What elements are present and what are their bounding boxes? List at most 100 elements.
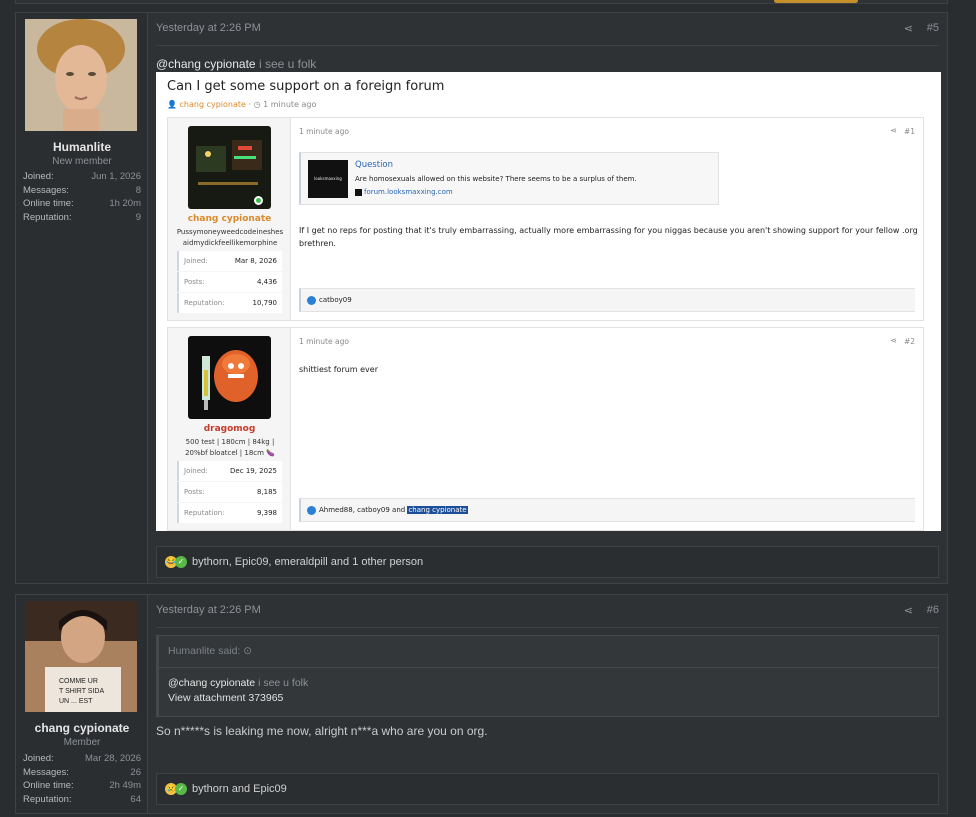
stat-value: Jun 1, 2026 bbox=[91, 171, 141, 182]
thread-author: chang cypionate bbox=[179, 100, 246, 109]
embed-url-text: forum.looksmaxxing.com bbox=[364, 188, 453, 196]
post-6: COMME UR T SHIRT SIDA UN ... EST chang c… bbox=[15, 594, 948, 814]
highlight-bar bbox=[774, 0, 858, 3]
mention-link[interactable]: @chang cypionate bbox=[156, 57, 256, 71]
shot-post-body: If I get no reps for posting that it's t… bbox=[299, 226, 918, 248]
post-header: Yesterday at 2:26 PM ⋖ #5 bbox=[156, 22, 939, 38]
post-5: Humanlite New member Joined: Jun 1, 2026 … bbox=[15, 12, 948, 584]
post-date[interactable]: Yesterday at 2:26 PM bbox=[156, 604, 261, 616]
quote-text: i see u folk bbox=[258, 677, 309, 689]
post-message: i see u folk bbox=[258, 57, 317, 71]
shot-username: chang cypionate bbox=[187, 214, 272, 224]
stat-label: Reputation: bbox=[184, 509, 225, 517]
stat-value: 9,398 bbox=[256, 509, 277, 517]
reaction-bar[interactable]: 😂 ✓ bythorn, Epic09, emeraldpill and 1 ot… bbox=[156, 546, 939, 578]
online-indicator-icon bbox=[254, 196, 263, 205]
reaction-bar[interactable]: 😢 ✓ bythorn and Epic09 bbox=[156, 773, 939, 805]
thread-meta: 👤 chang cypionate · ◷ 1 minute ago bbox=[167, 100, 317, 109]
stat-label: Reputation: bbox=[184, 299, 225, 307]
stat-value: 26 bbox=[130, 766, 141, 778]
shot-reactions: catboy09 bbox=[299, 288, 915, 312]
stat-label: Joined: bbox=[184, 467, 208, 475]
previous-post-edge bbox=[15, 0, 948, 4]
shot-post-number: #1 bbox=[903, 127, 915, 136]
shot-post-content: 1 minute ago ⋖ #2 shittiest forum ever A… bbox=[299, 328, 915, 530]
shot-username: dragomog bbox=[203, 424, 256, 434]
thumbs-up-icon: ✓ bbox=[175, 556, 187, 568]
share-icon: ⋖ bbox=[890, 126, 897, 135]
shot-signature: 500 test | 180cm | 84kg | 20%bf bloatcel… bbox=[185, 438, 275, 457]
svg-text:T SHIRT SIDA: T SHIRT SIDA bbox=[59, 688, 104, 695]
share-icon[interactable]: ⋖ bbox=[904, 604, 913, 617]
stat-value: Dec 19, 2025 bbox=[230, 467, 277, 475]
post-message: So n*****s is leaking me now, alright n*… bbox=[156, 724, 488, 738]
like-icon bbox=[307, 505, 316, 515]
stat-label: Messages: bbox=[23, 766, 69, 778]
stat-value: Mar 28, 2026 bbox=[85, 753, 141, 764]
shot-post-time: 1 minute ago bbox=[299, 337, 349, 346]
stat-label: Online time: bbox=[23, 780, 74, 791]
shot-signature: Pussymoneyweedcodeineshes aidmydickfeell… bbox=[176, 228, 284, 247]
reaction-names[interactable]: bythorn, Epic09, emeraldpill and 1 other… bbox=[192, 556, 423, 568]
shot-post-content: 1 minute ago ⋖ #1 looksmaxxing Question … bbox=[299, 118, 918, 320]
shot-reaction-names: Ahmed88, catboy09 and bbox=[319, 506, 406, 514]
stat-value: 8,185 bbox=[256, 488, 277, 496]
avatar[interactable] bbox=[25, 19, 137, 131]
shot-post-number: #2 bbox=[903, 337, 915, 346]
quote-header[interactable]: Humanlite said: ⊙ bbox=[168, 645, 252, 657]
user-stats: Joined: Jun 1, 2026 Messages: 8 Online tim… bbox=[23, 170, 141, 224]
stat-value: 2h 49m bbox=[109, 780, 141, 791]
svg-text:UN ... EST: UN ... EST bbox=[59, 698, 93, 705]
selected-text: chang cypionate bbox=[407, 506, 468, 514]
user-title: Member bbox=[63, 737, 101, 748]
stat-label: Joined: bbox=[23, 171, 54, 182]
site-logo: looksmaxxing bbox=[308, 160, 348, 198]
shot-post-body: shittiest forum ever bbox=[299, 365, 378, 374]
stat-value: 64 bbox=[130, 793, 141, 805]
stat-value: 9 bbox=[135, 211, 141, 223]
post-header: Yesterday at 2:26 PM ⋖ #6 bbox=[156, 604, 939, 620]
quote-block: Humanlite said: ⊙ @chang cypionate i see… bbox=[156, 635, 939, 717]
embed-title: Question bbox=[355, 160, 394, 170]
user-sidebar: Humanlite New member Joined: Jun 1, 2026 … bbox=[16, 13, 148, 583]
quote-body: @chang cypionate i see u folk View attac… bbox=[168, 676, 308, 706]
stat-label: Reputation: bbox=[23, 793, 72, 805]
shot-reactions: Ahmed88, catboy09 and chang cypionate bbox=[299, 498, 915, 522]
post-content: Yesterday at 2:26 PM ⋖ #6 Humanlite said… bbox=[156, 595, 939, 813]
share-icon[interactable]: ⋖ bbox=[904, 22, 913, 35]
post-date[interactable]: Yesterday at 2:26 PM bbox=[156, 22, 261, 34]
divider bbox=[159, 667, 938, 668]
stat-value: 8 bbox=[135, 184, 141, 196]
like-icon bbox=[307, 295, 316, 305]
username[interactable]: Humanlite bbox=[16, 140, 148, 154]
shot-stats: Joined: Mar 8, 2026 Posts: 4,436 Reputatio… bbox=[177, 251, 282, 314]
arrow-up-circle-icon[interactable]: ⊙ bbox=[243, 645, 252, 657]
embed-url: forum.looksmaxxing.com bbox=[355, 188, 453, 196]
favicon-icon bbox=[355, 188, 362, 196]
user-icon: 👤 bbox=[167, 100, 177, 109]
mention-link[interactable]: @chang cypionate bbox=[168, 677, 255, 689]
reaction-names[interactable]: bythorn and Epic09 bbox=[192, 783, 287, 795]
quote-author[interactable]: Humanlite said: bbox=[168, 645, 240, 657]
stat-label: Messages: bbox=[23, 184, 69, 196]
reaction-icons: 😢 ✓ bbox=[165, 783, 187, 795]
avatar[interactable]: COMME UR T SHIRT SIDA UN ... EST bbox=[25, 601, 137, 712]
svg-text:COMME UR: COMME UR bbox=[59, 678, 98, 685]
link-embed: looksmaxxing Question Are homosexuals al… bbox=[299, 152, 719, 205]
stat-value: Mar 8, 2026 bbox=[234, 257, 277, 265]
thumbs-up-icon: ✓ bbox=[175, 783, 187, 795]
share-icon: ⋖ bbox=[890, 336, 897, 345]
user-stats: Joined: Mar 28, 2026 Messages: 26 Online t… bbox=[23, 752, 141, 806]
shot-stats: Joined: Dec 19, 2025 Posts: 8,185 Reputati… bbox=[177, 461, 282, 524]
post-number[interactable]: #5 bbox=[927, 22, 939, 34]
attachment-link[interactable]: View attachment 373965 bbox=[168, 691, 308, 706]
shot-user-sidebar: dragomog 500 test | 180cm | 84kg | 20%bf… bbox=[168, 328, 291, 530]
shot-user-sidebar: chang cypionate Pussymoneyweedcodeineshe… bbox=[168, 118, 291, 320]
post-number[interactable]: #6 bbox=[927, 604, 939, 616]
thread-time: 1 minute ago bbox=[263, 100, 317, 109]
attached-screenshot[interactable]: Can I get some support on a foreign foru… bbox=[156, 72, 941, 531]
stat-value: 1h 20m bbox=[109, 198, 141, 209]
shot-post-1: chang cypionate Pussymoneyweedcodeineshe… bbox=[167, 117, 924, 321]
username[interactable]: chang cypionate bbox=[16, 721, 148, 735]
shot-post-time: 1 minute ago bbox=[299, 127, 349, 136]
